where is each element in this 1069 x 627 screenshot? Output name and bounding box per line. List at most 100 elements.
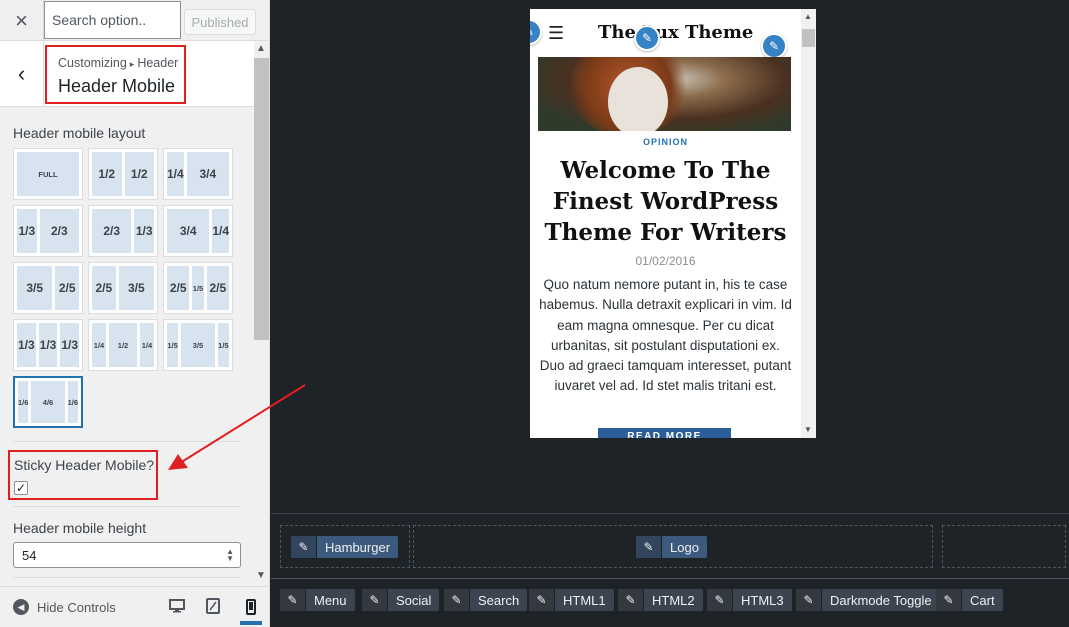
back-button[interactable]: ‹ xyxy=(0,41,44,107)
layout-column: 3/4 xyxy=(167,209,210,253)
builder-available-html2[interactable]: ✎ HTML2 xyxy=(618,589,703,611)
post-title[interactable]: Welcome To The Finest WordPress Theme Fo… xyxy=(536,155,795,248)
builder-available-html1[interactable]: ✎ HTML1 xyxy=(529,589,614,611)
divider xyxy=(13,441,241,442)
layout-column: 1/3 xyxy=(134,209,154,253)
builder-available-cart[interactable]: ✎ Cart xyxy=(936,589,1003,611)
builder-available-menu[interactable]: ✎ Menu xyxy=(280,589,355,611)
hide-controls-label: Hide Controls xyxy=(37,599,116,615)
divider xyxy=(13,506,241,507)
tablet-preview-button[interactable] xyxy=(202,595,224,617)
layout-option-1-3_1-3_1-3[interactable]: 1/3 1/3 1/3 xyxy=(13,319,83,371)
builder-available-search[interactable]: ✎ Search xyxy=(444,589,528,611)
layout-column: 1/3 xyxy=(38,323,58,367)
pencil-icon[interactable]: ✎ xyxy=(444,589,470,611)
check-icon: ✓ xyxy=(15,481,27,495)
builder-item-logo[interactable]: ✎ Logo xyxy=(636,536,707,558)
pencil-icon[interactable]: ✎ xyxy=(362,589,388,611)
builder-item-label: Darkmode Toggle xyxy=(830,592,932,608)
pencil-icon[interactable]: ✎ xyxy=(618,589,644,611)
layout-column: 1/5 xyxy=(167,323,179,367)
desktop-preview-button[interactable] xyxy=(166,595,188,617)
layout-option-2-3_1-3[interactable]: 2/3 1/3 xyxy=(88,205,158,257)
builder-slot-right[interactable] xyxy=(942,525,1066,568)
layout-column: 2/5 xyxy=(206,266,230,310)
chevron-left-icon: ‹ xyxy=(17,61,26,86)
layout-option-3-5_2-5[interactable]: 3/5 2/5 xyxy=(13,262,83,314)
builder-item-label: Cart xyxy=(970,592,995,608)
scroll-up-icon[interactable]: ▲ xyxy=(804,12,812,21)
header-height-label: Header mobile height xyxy=(13,520,147,536)
published-button[interactable]: Published xyxy=(184,9,256,35)
number-spinner-icon[interactable]: ▲ ▼ xyxy=(226,548,234,563)
layout-option-3-4_1-4[interactable]: 3/4 1/4 xyxy=(163,205,233,257)
desktop-icon xyxy=(169,599,185,613)
builder-available-darkmode-toggle[interactable]: ✎ Darkmode Toggle xyxy=(796,589,940,611)
layout-column: 2/3 xyxy=(39,209,79,253)
panel-scrollbar-thumb[interactable] xyxy=(254,58,269,340)
close-button[interactable]: × xyxy=(0,0,44,41)
hide-controls-button[interactable]: ◀ Hide Controls xyxy=(13,599,116,615)
builder-item-label: Logo xyxy=(670,539,699,555)
layout-column: 3/5 xyxy=(181,323,215,367)
layout-option-2-5_1-5_2-5[interactable]: 2/5 1/5 2/5 xyxy=(163,262,233,314)
layout-option-1-3_2-3[interactable]: 1/3 2/3 xyxy=(13,205,83,257)
post-category[interactable]: OPINION xyxy=(530,137,801,147)
read-more-button[interactable]: READ MORE xyxy=(598,428,731,438)
layout-column: 2/5 xyxy=(92,266,116,310)
preview-scrollbar-thumb[interactable] xyxy=(802,29,815,47)
pencil-icon[interactable]: ✎ xyxy=(796,589,822,611)
preview-logo[interactable]: The Lux Theme xyxy=(598,22,753,43)
preview-scrollbar[interactable] xyxy=(801,9,816,438)
builder-item-label: Search xyxy=(478,592,520,608)
customizer-top-bar: × Published xyxy=(0,0,269,41)
header-height-input[interactable]: 54 ▲ ▼ xyxy=(13,542,241,568)
builder-available-social[interactable]: ✎ Social xyxy=(362,589,440,611)
layout-column: 1/5 xyxy=(217,323,229,367)
scroll-up-icon[interactable]: ▲ xyxy=(256,43,266,54)
pencil-icon[interactable]: ✎ xyxy=(529,589,555,611)
layout-option-1-5_3-5_1-5[interactable]: 1/5 3/5 1/5 xyxy=(163,319,233,371)
sticky-header-label: Sticky Header Mobile? xyxy=(14,457,155,473)
search-option-input[interactable] xyxy=(44,1,181,39)
layout-column: 1/5 xyxy=(192,266,204,310)
header-builder: ✎ Hamburger ✎ Logo ✎ Menu ✎ Social ✎ Search ✎ H… xyxy=(271,513,1069,627)
edit-pencil-icon[interactable]: ✎ xyxy=(761,33,787,59)
customizer-footer: ◀ Hide Controls xyxy=(0,586,269,627)
layout-column: 2/5 xyxy=(167,266,190,310)
layout-column: 4/6 xyxy=(31,381,65,423)
breadcrumb-parent: Header xyxy=(137,56,179,70)
customizer-panel: × Published ‹ Customizing▸Header Header … xyxy=(0,0,270,627)
breadcrumb: Customizing ▸ Header xyxy=(58,56,184,70)
layout-option-1-2_1-2[interactable]: 1/2 1/2 xyxy=(88,148,158,200)
layout-control-label: Header mobile layout xyxy=(13,125,146,141)
preview-mobile-header: ☰ The Lux Theme xyxy=(530,9,801,59)
post-date: 01/02/2016 xyxy=(635,254,696,268)
layout-option-full[interactable]: FULL xyxy=(13,148,83,200)
layout-column: 1/4 xyxy=(140,323,154,367)
sticky-control-highlight: Sticky Header Mobile? ✓ xyxy=(8,450,158,500)
sticky-header-checkbox[interactable]: ✓ xyxy=(14,481,28,495)
hamburger-icon[interactable]: ☰ xyxy=(548,23,564,44)
layout-column: 1/6 xyxy=(67,381,78,423)
pencil-icon[interactable]: ✎ xyxy=(936,589,962,611)
divider xyxy=(13,577,241,578)
layout-option-1-4_3-4[interactable]: 1/4 3/4 xyxy=(163,148,233,200)
edit-pencil-icon[interactable]: ✎ xyxy=(634,25,660,51)
builder-available-html3[interactable]: ✎ HTML3 xyxy=(707,589,792,611)
scroll-down-icon[interactable]: ▼ xyxy=(256,570,266,581)
builder-main-row: ✎ Hamburger ✎ Logo xyxy=(271,515,1069,579)
mobile-icon xyxy=(246,599,256,615)
pencil-icon[interactable]: ✎ xyxy=(707,589,733,611)
layout-option-1-4_1-2_1-4[interactable]: 1/4 1/2 1/4 xyxy=(88,319,158,371)
pencil-icon[interactable]: ✎ xyxy=(291,536,317,558)
close-icon: × xyxy=(15,7,28,33)
layout-column: 1/4 xyxy=(167,152,184,196)
scroll-down-icon[interactable]: ▼ xyxy=(804,425,812,434)
mobile-preview-button[interactable] xyxy=(240,593,262,625)
pencil-icon[interactable]: ✎ xyxy=(280,589,306,611)
layout-option-1-6_4-6_1-6[interactable]: 1/6 4/6 1/6 xyxy=(13,376,83,428)
pencil-icon[interactable]: ✎ xyxy=(636,536,662,558)
builder-item-hamburger[interactable]: ✎ Hamburger xyxy=(291,536,399,558)
layout-option-2-5_3-5[interactable]: 2/5 3/5 xyxy=(88,262,158,314)
